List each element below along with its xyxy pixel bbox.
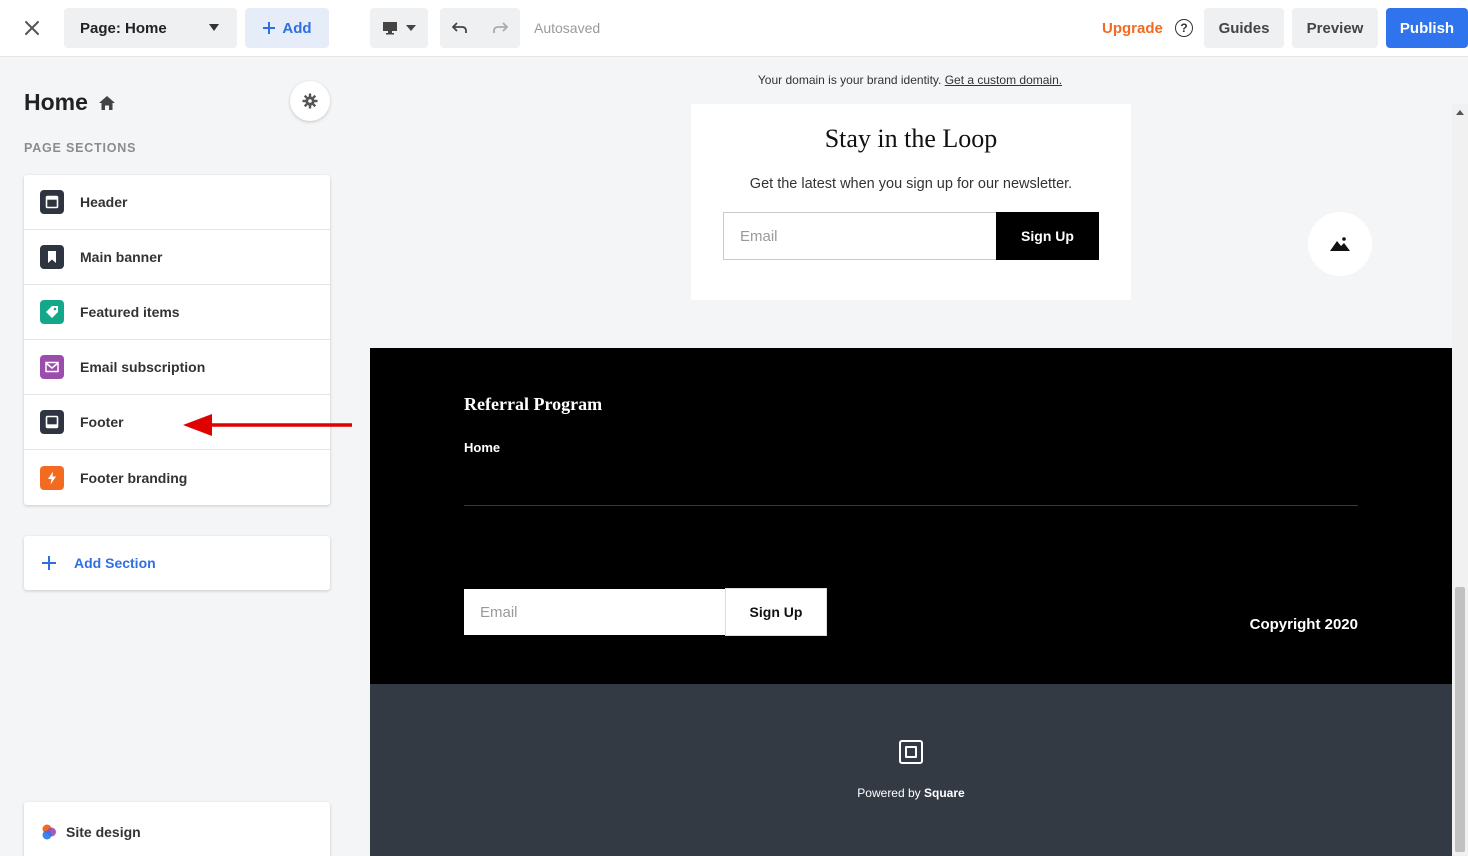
section-item-featured-items[interactable]: Featured items [24, 285, 330, 340]
canvas-scrollbar[interactable] [1452, 104, 1468, 856]
scroll-up-icon[interactable] [1456, 110, 1464, 115]
header-icon [40, 190, 64, 214]
square-logo-icon [899, 740, 923, 764]
bookmark-icon [40, 245, 64, 269]
help-icon[interactable]: ? [1175, 19, 1193, 37]
plus-icon [263, 22, 276, 34]
footer-site-title: Referral Program [464, 394, 603, 414]
upgrade-link[interactable]: Upgrade [1102, 20, 1163, 37]
domain-notice-text: Your domain is your brand identity. [757, 73, 942, 87]
redo-icon[interactable] [480, 8, 520, 48]
add-button[interactable]: Add [245, 8, 329, 48]
gear-icon [302, 93, 318, 109]
footer-icon [40, 410, 64, 434]
mail-icon [40, 355, 64, 379]
publish-button[interactable]: Publish [1386, 8, 1468, 48]
sidebar: Home PAGE SECTIONS Header Main banner Fe… [0, 57, 352, 856]
footer-section[interactable]: Referral Program Home Email Sign Up Copy… [370, 348, 1452, 684]
newsletter-email-input[interactable]: Email [723, 212, 997, 260]
device-view-dropdown[interactable] [370, 8, 428, 48]
site-preview: Stay in the Loop Get the latest when you… [370, 104, 1452, 856]
domain-notice: Your domain is your brand identity. Get … [352, 73, 1468, 87]
page-title-text: Home [24, 89, 88, 115]
lightning-icon [40, 465, 64, 490]
page-title: Home [24, 89, 116, 116]
footer-link-home[interactable]: Home [464, 440, 500, 455]
page-sections-label: PAGE SECTIONS [24, 141, 137, 155]
newsletter-title: Stay in the Loop [824, 124, 998, 153]
newsletter-card: Stay in the Loop Get the latest when you… [691, 104, 1131, 300]
section-item-label: Featured items [80, 304, 180, 320]
section-item-label: Footer [80, 414, 124, 430]
autosave-status: Autosaved [534, 20, 601, 36]
guides-button[interactable]: Guides [1204, 8, 1284, 48]
footer-copyright: Copyright 2020 [1249, 616, 1358, 633]
powered-by-brand: Square [924, 786, 965, 800]
footer-divider [464, 505, 1358, 506]
page-settings-button[interactable] [290, 81, 330, 121]
page-select-label: Page: Home [80, 19, 167, 37]
footer-email-input[interactable]: Email [464, 589, 726, 635]
editor-canvas: Your domain is your brand identity. Get … [352, 57, 1468, 856]
powered-by-text: Powered by Square [370, 786, 1452, 800]
plus-icon [42, 556, 56, 570]
section-item-email-subscription[interactable]: Email subscription [24, 340, 330, 395]
undo-redo-group [440, 8, 520, 48]
add-button-label: Add [282, 19, 312, 37]
mountain-image-icon [1330, 237, 1350, 251]
newsletter-subtitle: Get the latest when you sign up for our … [749, 176, 1073, 192]
page-sections-list: Header Main banner Featured items Email … [24, 175, 330, 505]
section-item-label: Main banner [80, 249, 163, 265]
tag-icon [40, 300, 64, 324]
footer-signup-button[interactable]: Sign Up [725, 588, 827, 636]
background-image-button[interactable] [1308, 212, 1372, 276]
powered-by-label: Powered by [857, 786, 921, 800]
page-select-dropdown[interactable]: Page: Home [64, 8, 237, 48]
section-item-header[interactable]: Header [24, 175, 330, 230]
footer-branding-section[interactable]: Powered by Square [370, 684, 1452, 856]
add-section-label: Add Section [74, 555, 156, 571]
scrollbar-thumb[interactable] [1455, 587, 1465, 852]
top-toolbar: Page: Home Add Autosaved Upgrade ? Guide… [0, 0, 1468, 57]
newsletter-signup-button[interactable]: Sign Up [996, 212, 1099, 260]
section-item-label: Header [80, 194, 128, 210]
section-item-main-banner[interactable]: Main banner [24, 230, 330, 285]
section-item-footer-branding[interactable]: Footer branding [24, 450, 330, 505]
section-item-label: Email subscription [80, 359, 206, 375]
palette-icon [42, 824, 56, 840]
desktop-icon [383, 22, 397, 35]
site-design-label: Site design [66, 824, 141, 840]
undo-icon[interactable] [440, 8, 480, 48]
preview-button[interactable]: Preview [1292, 8, 1378, 48]
custom-domain-link[interactable]: Get a custom domain. [945, 73, 1062, 87]
add-section-button[interactable]: Add Section [24, 536, 330, 590]
chevron-down-icon [209, 24, 219, 31]
close-icon[interactable] [18, 14, 46, 42]
email-subscription-section[interactable]: Stay in the Loop Get the latest when you… [370, 104, 1452, 348]
annotation-arrow-icon [183, 414, 360, 436]
section-item-label: Footer branding [80, 469, 188, 486]
home-icon [98, 95, 115, 110]
site-design-button[interactable]: Site design [24, 802, 330, 856]
chevron-down-icon [406, 25, 416, 31]
